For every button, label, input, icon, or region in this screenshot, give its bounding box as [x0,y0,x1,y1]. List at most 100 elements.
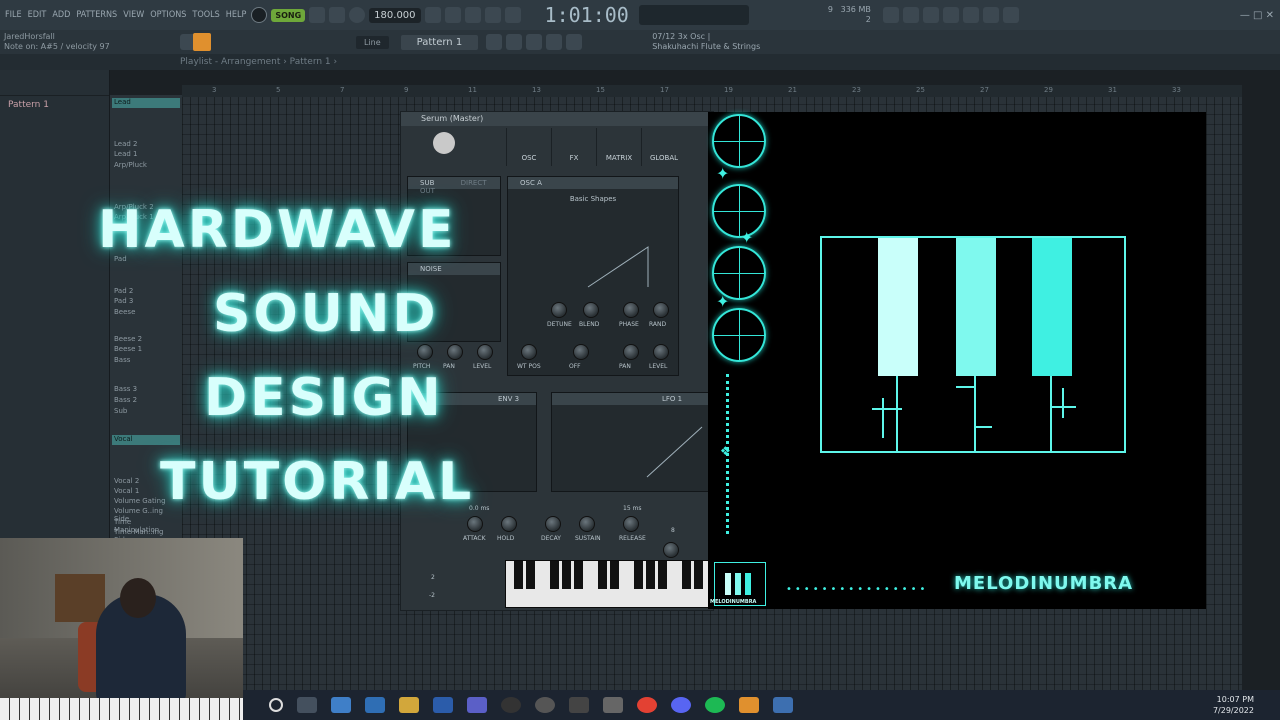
menu-edit[interactable]: EDIT [27,10,48,20]
track-label[interactable]: Bass [114,356,178,364]
tab-osc[interactable]: OSC [506,128,551,166]
black-key[interactable] [562,561,571,589]
snap-mode-select[interactable]: Line [356,35,389,49]
knob[interactable] [467,516,483,532]
black-key[interactable] [574,561,583,589]
knob[interactable] [623,516,639,532]
knob[interactable] [663,542,679,558]
obs-icon[interactable] [535,697,555,713]
menu-options[interactable]: OPTIONS [149,10,187,20]
tempo-display[interactable]: 180.000 [369,7,421,23]
serum-keyboard[interactable] [505,560,710,608]
wavetable-name[interactable]: Basic Shapes [508,189,678,203]
photos-icon[interactable] [773,697,793,713]
tab-matrix[interactable]: MATRIX [596,128,641,166]
timeline-ruler[interactable]: 3 5 7 9 11 13 15 17 19 21 23 25 27 29 31 33 [182,85,1242,97]
knob[interactable] [573,344,589,360]
black-key[interactable] [526,561,535,589]
knob[interactable] [653,302,669,318]
knob[interactable] [623,302,639,318]
knob[interactable] [477,344,493,360]
grid-value[interactable]: 8 [671,527,675,534]
stop-button[interactable] [329,7,346,23]
spotify-icon[interactable] [705,697,725,713]
track-label[interactable]: Bass 3 [114,385,178,393]
knob[interactable] [521,344,537,360]
black-key[interactable] [682,561,691,589]
save-icon[interactable] [962,7,979,23]
channel-rack-icon[interactable] [546,34,563,50]
cpu-icon[interactable] [902,7,919,23]
discord-icon[interactable] [671,697,691,713]
knob[interactable] [545,516,561,532]
mixer-icon[interactable] [526,34,543,50]
render-icon[interactable] [982,7,999,23]
song-mode-button[interactable]: SONG [271,8,306,22]
file-explorer-icon[interactable] [399,697,419,713]
wait-input-icon[interactable] [444,7,461,23]
menu-file[interactable]: FILE [4,10,23,20]
track-label[interactable]: Bass 2 [114,396,178,404]
track-label[interactable]: Lead 1 [114,150,178,158]
system-clock[interactable]: 10:07 PM 7/29/2022 [1213,694,1254,716]
track-label[interactable]: Lead 2 [114,140,178,148]
pattern-mode-button[interactable] [192,33,211,51]
track-label[interactable]: Beese 2 [114,335,178,343]
countdown-icon[interactable] [464,7,481,23]
black-key[interactable] [550,561,559,589]
fl-studio-icon[interactable] [739,697,759,713]
menu-help[interactable]: HELP [225,10,248,20]
piano-roll-icon[interactable] [506,34,523,50]
track-label[interactable]: Sub [114,407,178,415]
browser-pattern-item[interactable]: Pattern 1 [0,96,109,110]
mic-icon[interactable] [922,7,939,23]
step-edit-icon[interactable] [484,7,501,23]
track-header-lead[interactable]: Lead [112,98,180,108]
tab-global[interactable]: GLOBAL [641,128,686,166]
playlist-icon[interactable] [486,34,503,50]
chrome-icon[interactable] [637,697,657,713]
track-label[interactable]: Beese 1 [114,345,178,353]
record-button[interactable] [349,7,366,23]
teams-icon[interactable] [467,697,487,713]
knob[interactable] [551,302,567,318]
osc-a-header[interactable]: OSC A [508,177,678,189]
black-key[interactable] [598,561,607,589]
track-label[interactable]: Beese [114,308,178,316]
play-button[interactable] [309,7,326,23]
menu-tools[interactable]: TOOLS [191,10,220,20]
search-icon[interactable] [269,698,283,712]
help-icon[interactable] [942,7,959,23]
task-view-icon[interactable] [297,697,317,713]
black-key[interactable] [634,561,643,589]
lfo-header[interactable]: LFO 1 [552,393,710,405]
metronome-icon[interactable] [424,7,441,23]
tab-fx[interactable]: FX [551,128,596,166]
chat-icon[interactable] [1002,7,1019,23]
knob[interactable] [653,344,669,360]
knob[interactable] [583,302,599,318]
pattern-selector[interactable]: Pattern 1 [400,34,479,50]
black-key[interactable] [658,561,667,589]
menu-view[interactable]: VIEW [122,10,145,20]
knob[interactable] [501,516,517,532]
window-controls[interactable]: — □ ✕ [1240,10,1274,21]
track-header-vocal[interactable]: Vocal [112,435,180,445]
printer-icon[interactable] [603,697,623,713]
mail-icon[interactable] [365,697,385,713]
4k-icon[interactable] [501,697,521,713]
track-label[interactable]: Arp/Pluck [114,161,178,169]
black-key[interactable] [610,561,619,589]
blend-notes-icon[interactable] [504,7,521,23]
black-key[interactable] [646,561,655,589]
knob[interactable] [447,344,463,360]
track-label[interactable]: Pad 3 [114,297,178,305]
track-label[interactable]: Pad 2 [114,287,178,295]
knob[interactable] [623,344,639,360]
knob[interactable] [417,344,433,360]
octave-up[interactable]: 2 [431,574,435,581]
menu-patterns[interactable]: PATTERNS [75,10,118,20]
store-icon[interactable] [331,697,351,713]
menu-add[interactable]: ADD [51,10,71,20]
octave-down[interactable]: -2 [429,592,435,599]
